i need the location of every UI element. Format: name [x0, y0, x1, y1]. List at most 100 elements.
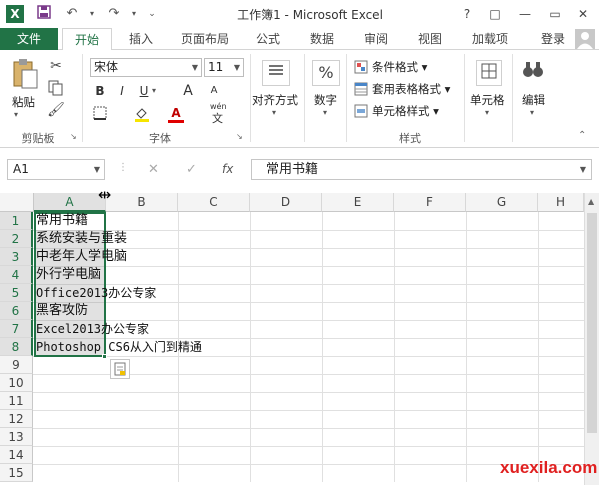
cell-a7[interactable]: Excel2013办公专家 [36, 320, 149, 338]
fill-color-icon[interactable] [132, 106, 152, 125]
quick-analysis-button[interactable] [110, 359, 130, 379]
save-icon[interactable] [34, 5, 54, 23]
tab-file[interactable]: 文件 [0, 28, 58, 50]
tab-page-layout[interactable]: 页面布局 [172, 28, 238, 50]
excel-logo-icon[interactable]: X [6, 5, 24, 23]
row-header-8[interactable]: 8 [0, 338, 33, 356]
cell-a4[interactable]: 外行学电脑 [36, 266, 101, 284]
maximize-button[interactable]: ▭ [542, 4, 568, 24]
table-format-button[interactable]: 套用表格格式 ▾ [372, 81, 450, 97]
row-header-6[interactable]: 6 [0, 302, 33, 320]
editing-label[interactable]: 编辑 [522, 92, 545, 108]
table-format-icon[interactable] [354, 82, 368, 99]
close-button[interactable]: ✕ [570, 4, 596, 24]
worksheet-grid[interactable]: A B C D E F G H ⇹ 1 2 3 4 5 6 7 8 9 10 1… [0, 185, 599, 485]
scrollbar-thumb[interactable] [587, 213, 597, 433]
shrink-font-button[interactable]: A [204, 82, 224, 100]
row-header-1[interactable]: 1 [0, 212, 33, 230]
phonetic-icon[interactable]: 文 [212, 110, 223, 126]
row-header-4[interactable]: 4 [0, 266, 33, 284]
tab-view[interactable]: 视图 [408, 28, 452, 50]
font-name-select[interactable]: 宋体 ▼ [90, 58, 202, 77]
row-header-14[interactable]: 14 [0, 446, 33, 464]
redo-dropdown-icon[interactable]: ▾ [124, 5, 144, 23]
bold-button[interactable]: B [90, 82, 110, 100]
column-header-d[interactable]: D [250, 193, 322, 212]
grow-font-button[interactable]: A [178, 82, 198, 100]
column-header-a[interactable]: A [34, 193, 106, 212]
underline-dropdown-icon[interactable]: ▾ [152, 86, 156, 95]
login-link[interactable]: 登录 [541, 28, 565, 50]
column-header-g[interactable]: G [466, 193, 538, 212]
ribbon-display-button[interactable]: □ [482, 4, 508, 24]
row-header-10[interactable]: 10 [0, 374, 33, 392]
cut-icon[interactable]: ✂ [46, 58, 66, 74]
column-header-c[interactable]: C [178, 193, 250, 212]
row-header-3[interactable]: 3 [0, 248, 33, 266]
row-header-7[interactable]: 7 [0, 320, 33, 338]
row-header-12[interactable]: 12 [0, 410, 33, 428]
cell-style-button[interactable]: 单元格样式 ▾ [372, 103, 439, 119]
border-icon[interactable] [90, 106, 110, 123]
select-all-corner[interactable] [0, 193, 34, 212]
font-launcher-icon[interactable]: ↘ [236, 132, 243, 141]
vertical-scrollbar[interactable]: ▲ [584, 193, 599, 485]
percent-icon[interactable]: % [312, 60, 340, 86]
tab-review[interactable]: 审阅 [354, 28, 398, 50]
cell-a1[interactable]: 常用书籍 [36, 212, 88, 230]
cell-a8[interactable]: Photoshop CS6从入门到精通 [36, 338, 202, 356]
collapse-ribbon-icon[interactable]: ⌃ [578, 130, 586, 141]
insert-function-icon[interactable]: fx [222, 162, 233, 176]
column-header-f[interactable]: F [394, 193, 466, 212]
row-header-15[interactable]: 15 [0, 464, 33, 482]
cell-a3[interactable]: 中老年人学电脑 [36, 248, 127, 266]
redo-icon[interactable]: ↷ [104, 5, 124, 23]
avatar[interactable] [575, 29, 595, 49]
row-header-2[interactable]: 2 [0, 230, 33, 248]
copy-icon[interactable] [46, 80, 66, 99]
cell-style-icon[interactable] [354, 104, 368, 121]
font-size-select[interactable]: 11 ▼ [204, 58, 244, 77]
column-header-e[interactable]: E [322, 193, 394, 212]
cells-dropdown-icon[interactable]: ▾ [485, 108, 489, 117]
binoculars-icon[interactable] [520, 60, 546, 86]
editing-dropdown-icon[interactable]: ▾ [530, 108, 534, 117]
row-header-13[interactable]: 13 [0, 428, 33, 446]
scroll-up-icon[interactable]: ▲ [588, 197, 594, 206]
row-header-11[interactable]: 11 [0, 392, 33, 410]
customize-qat-icon[interactable]: ⌄ [142, 5, 162, 23]
tab-insert[interactable]: 插入 [118, 28, 164, 50]
undo-dropdown-icon[interactable]: ▾ [82, 5, 102, 23]
number-dropdown-icon[interactable]: ▾ [323, 108, 327, 117]
underline-button[interactable]: U [134, 82, 154, 100]
number-label[interactable]: 数字 [314, 92, 337, 108]
column-header-b[interactable]: B [106, 193, 178, 212]
conditional-format-icon[interactable] [354, 60, 368, 77]
tab-formulas[interactable]: 公式 [246, 28, 290, 50]
undo-icon[interactable]: ↶ [62, 5, 82, 23]
cell-a5[interactable]: Office2013办公专家 [36, 284, 156, 302]
alignment-label[interactable]: 对齐方式 [252, 92, 298, 108]
italic-button[interactable]: I [112, 82, 132, 100]
help-button[interactable]: ? [454, 4, 480, 24]
cell-a6[interactable]: 黑客攻防 [36, 302, 88, 320]
tab-data[interactable]: 数据 [300, 28, 344, 50]
clipboard-launcher-icon[interactable]: ↘ [70, 132, 77, 141]
cells-label[interactable]: 单元格 [470, 92, 505, 108]
column-header-h[interactable]: H [538, 193, 584, 212]
cells-icon[interactable] [476, 60, 502, 86]
paste-label[interactable]: 粘贴 [12, 94, 35, 110]
row-header-9[interactable]: 9 [0, 356, 33, 374]
name-box[interactable]: A1 ▼ [7, 159, 105, 180]
tab-addins[interactable]: 加载项 [462, 28, 518, 50]
format-painter-icon[interactable]: 🖌 [46, 102, 66, 118]
cancel-icon[interactable]: ✕ [148, 162, 159, 177]
conditional-format-button[interactable]: 条件格式 ▾ [372, 59, 427, 75]
paste-dropdown-icon[interactable]: ▾ [14, 110, 18, 119]
enter-icon[interactable]: ✓ [186, 162, 197, 177]
paste-icon[interactable] [10, 58, 40, 92]
alignment-dropdown-icon[interactable]: ▾ [272, 108, 276, 117]
alignment-icon[interactable] [262, 60, 290, 86]
tab-home[interactable]: 开始 [62, 28, 112, 51]
minimize-button[interactable]: — [512, 4, 538, 24]
